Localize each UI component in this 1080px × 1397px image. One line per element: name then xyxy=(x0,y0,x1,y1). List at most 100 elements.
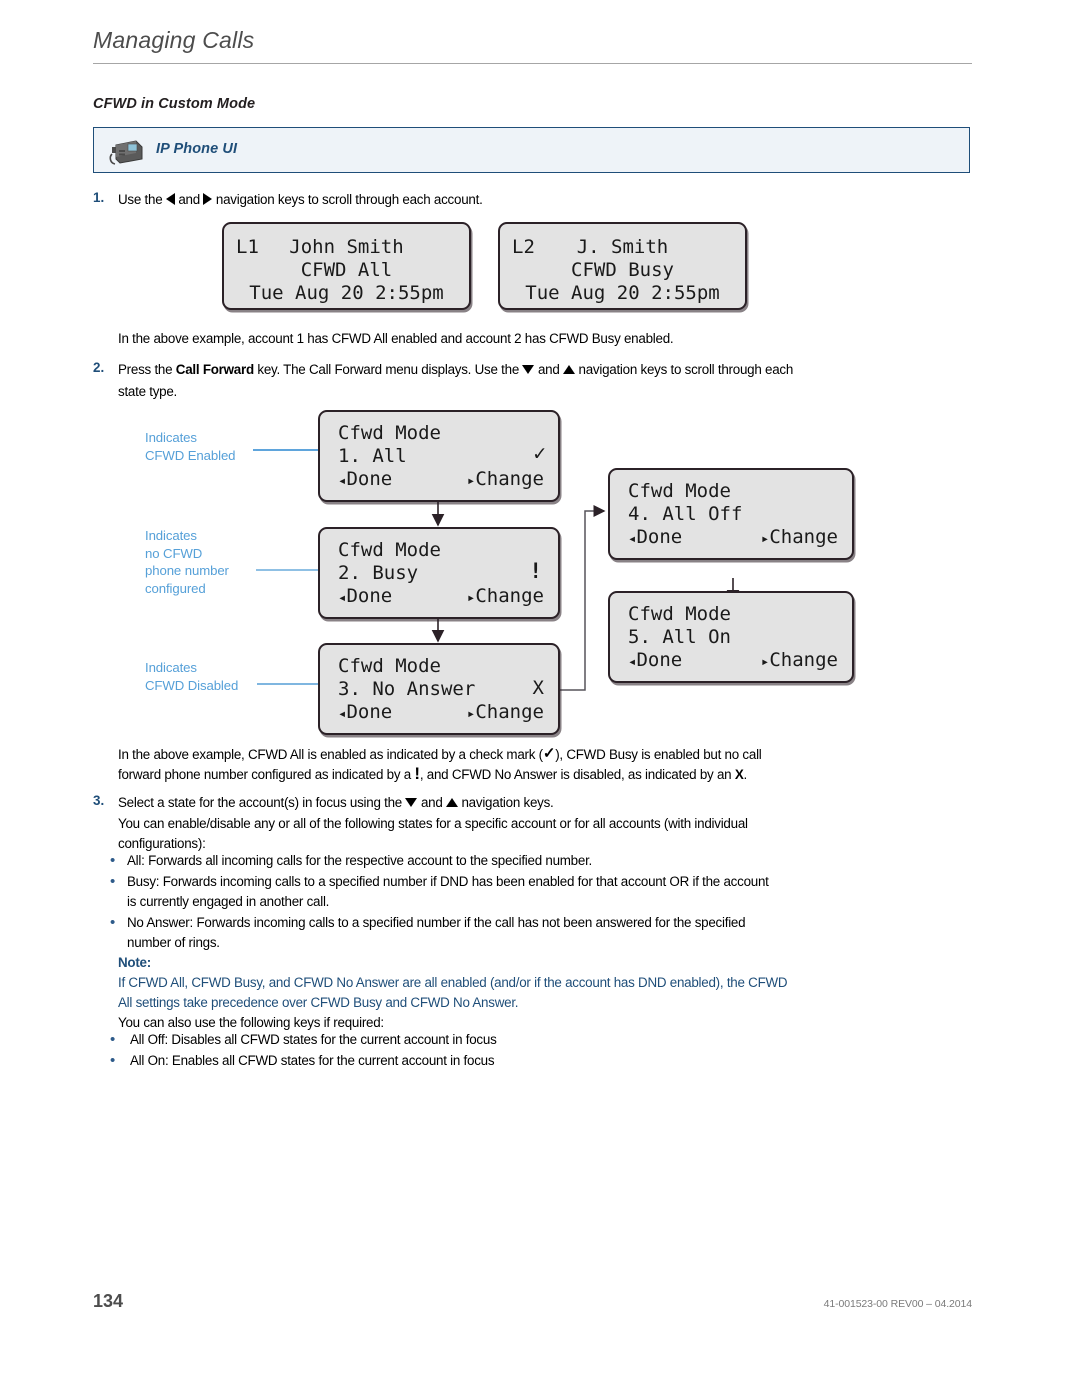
line-2-datetime: Tue Aug 20 2:55pm xyxy=(525,282,720,304)
explanation-1a: In the above example, CFWD All is enable… xyxy=(118,747,543,762)
cfwd-all-option: 1. All xyxy=(338,445,407,467)
note-bullet-all-off: All Off: Disables all CFWD states for th… xyxy=(130,1032,497,1047)
cfwd-all-off-softkey-change-label: Change xyxy=(769,526,838,548)
cfwd-all-title: Cfwd Mode xyxy=(338,422,441,444)
state-bullet-busy-cont: is currently engaged in another call. xyxy=(127,894,330,909)
step-3-number: 3. xyxy=(93,793,105,808)
note-label: Note: xyxy=(118,955,151,970)
nav-up-icon xyxy=(563,365,576,374)
note-bullet-all-on: All On: Enables all CFWD states for the … xyxy=(130,1053,495,1068)
step-1-number: 1. xyxy=(93,190,105,205)
cfwd-no-answer-status-glyph: X xyxy=(532,677,544,699)
chapter-title: Managing Calls xyxy=(93,27,255,53)
cfwd-all-on-softkey-done[interactable]: ◂Done xyxy=(628,649,682,674)
step-2-line-2: state type. xyxy=(118,384,178,399)
cfwd-busy-softkey-change-label: Change xyxy=(475,585,544,607)
cfwd-mode-no-answer-screen: Cfwd Mode 3. No Answer X ◂Done ▸Change xyxy=(318,643,560,735)
ip-phone-icon xyxy=(106,133,146,169)
x-glyph: X xyxy=(734,767,744,782)
annot-cfwd-disabled: Indicates CFWD Disabled xyxy=(145,659,238,694)
step-3-b: and xyxy=(417,795,447,810)
explanation-2c: . xyxy=(743,767,748,782)
annot-cfwd-disabled-line-2: CFWD Disabled xyxy=(145,677,239,693)
line-1-cfwd-state: CFWD All xyxy=(300,259,393,281)
line-1-screen: L1 John Smith CFWD All Tue Aug 20 2:55pm xyxy=(222,222,471,310)
step-3-line-2: You can enable/disable any or all of the… xyxy=(118,816,748,831)
step-3-text: Select a state for the account(s) in foc… xyxy=(118,793,958,813)
state-bullet-all: All: Forwards all incoming calls for the… xyxy=(127,853,593,868)
annot-no-cfwd-number: Indicates no CFWD phone number configure… xyxy=(145,527,229,597)
bullet-marker-no-answer: • xyxy=(110,914,116,931)
note-line-2: All settings take precedence over CFWD B… xyxy=(118,995,519,1010)
cfwd-all-on-softkey-change-label: Change xyxy=(769,649,838,671)
bullet-marker-all-off: • xyxy=(110,1031,116,1048)
cfwd-busy-softkey-done[interactable]: ◂Done xyxy=(338,585,392,610)
cfwd-all-on-softkey-done-label: Done xyxy=(636,649,683,671)
cfwd-busy-softkey-done-label: Done xyxy=(346,585,393,607)
step-2-a: Press the xyxy=(118,362,176,377)
ip-phone-ui-banner: IP Phone UI xyxy=(93,127,970,173)
cfwd-all-status-glyph: ✓ xyxy=(533,441,546,465)
annot-no-cfwd-number-line-3: phone number xyxy=(145,563,229,579)
cfwd-no-answer-title: Cfwd Mode xyxy=(338,655,441,677)
cfwd-all-off-option: 4. All Off xyxy=(628,503,743,525)
step-1-mid: and xyxy=(174,192,204,207)
annot-no-cfwd-number-line-1: Indicates xyxy=(145,528,197,543)
line-2-cfwd-state: CFWD Busy xyxy=(571,259,674,281)
accounts-example-note: In the above example, account 1 has CFWD… xyxy=(118,331,674,346)
cfwd-all-on-title: Cfwd Mode xyxy=(628,603,731,625)
call-forward-key-name: Call Forward xyxy=(175,362,254,377)
explanation-2b: , and CFWD No Answer is disabled, as ind… xyxy=(419,767,735,782)
page-header: Managing Calls xyxy=(93,26,973,54)
step-2-d: navigation keys to scroll through each xyxy=(575,362,794,377)
state-bullet-no-answer: No Answer: Forwards incoming calls to a … xyxy=(127,915,746,930)
cfwd-all-on-softkey-change[interactable]: ▸Change xyxy=(761,649,838,674)
step-2-b: key. The Call Forward menu displays. Use… xyxy=(253,362,523,377)
line-1-datetime: Tue Aug 20 2:55pm xyxy=(249,282,444,304)
step-2-c: and xyxy=(534,362,564,377)
annot-no-cfwd-number-line-2: no CFWD xyxy=(145,545,203,561)
cfwd-all-softkey-done[interactable]: ◂Done xyxy=(338,468,392,493)
explanation-1b: ), CFWD Busy is enabled but no call xyxy=(555,747,762,762)
header-divider xyxy=(93,63,972,64)
cfwd-mode-busy-screen: Cfwd Mode 2. Busy ! ◂Done ▸Change xyxy=(318,527,560,619)
cfwd-all-softkey-done-label: Done xyxy=(346,468,393,490)
line-2-caller: J. Smith xyxy=(576,236,669,258)
cfwd-all-on-option: 5. All On xyxy=(628,626,731,648)
explanation-2a: forward phone number configured as indic… xyxy=(118,767,415,782)
cfwd-all-off-title: Cfwd Mode xyxy=(628,480,731,502)
cfwd-mode-all-screen: Cfwd Mode 1. All ✓ ◂Done ▸Change xyxy=(318,410,560,502)
step-2-text: Press the Call Forward key. The Call For… xyxy=(118,360,958,380)
cfwd-no-answer-softkey-done[interactable]: ◂Done xyxy=(338,701,392,726)
nav-down-icon-2 xyxy=(405,798,418,807)
cfwd-busy-status-glyph: ! xyxy=(529,559,542,583)
cfwd-all-softkey-change[interactable]: ▸Change xyxy=(467,468,544,493)
step-1-post: navigation keys to scroll through each a… xyxy=(212,192,483,207)
step-2-number: 2. xyxy=(93,360,105,375)
page-number: 134 xyxy=(93,1291,124,1311)
step-3-c: navigation keys. xyxy=(458,795,554,810)
cfwd-all-off-softkey-change[interactable]: ▸Change xyxy=(761,526,838,551)
cfwd-all-off-softkey-done[interactable]: ◂Done xyxy=(628,526,682,551)
annot-no-cfwd-number-line-4: configured xyxy=(145,580,206,596)
nav-up-icon-2 xyxy=(446,798,459,807)
cfwd-no-answer-option: 3. No Answer xyxy=(338,678,476,700)
bullet-marker-busy: • xyxy=(110,873,116,890)
ip-phone-ui-label: IP Phone UI xyxy=(156,141,238,157)
bullet-marker-all: • xyxy=(110,852,116,869)
check-mark-glyph: ✓ xyxy=(542,745,556,762)
cfwd-no-answer-softkey-change[interactable]: ▸Change xyxy=(467,701,544,726)
step-1-pre: Use the xyxy=(118,192,166,207)
nav-left-icon xyxy=(165,193,175,205)
line-1-caller: John Smith xyxy=(289,236,404,258)
annot-cfwd-enabled-line-2: CFWD Enabled xyxy=(145,447,236,463)
cfwd-busy-softkey-change[interactable]: ▸Change xyxy=(467,585,544,610)
annot-cfwd-enabled: Indicates CFWD Enabled xyxy=(145,429,236,464)
cfwd-no-answer-softkey-done-label: Done xyxy=(346,701,393,723)
cfwd-busy-title: Cfwd Mode xyxy=(338,539,441,561)
cfwd-no-answer-softkey-change-label: Change xyxy=(475,701,544,723)
annot-cfwd-disabled-line-1: Indicates xyxy=(145,660,197,675)
nav-down-icon xyxy=(522,365,535,374)
diagram-explanation-line-1: In the above example, CFWD All is enable… xyxy=(118,744,968,765)
document-id: 41-001523-00 REV00 – 04.2014 xyxy=(823,1298,973,1310)
